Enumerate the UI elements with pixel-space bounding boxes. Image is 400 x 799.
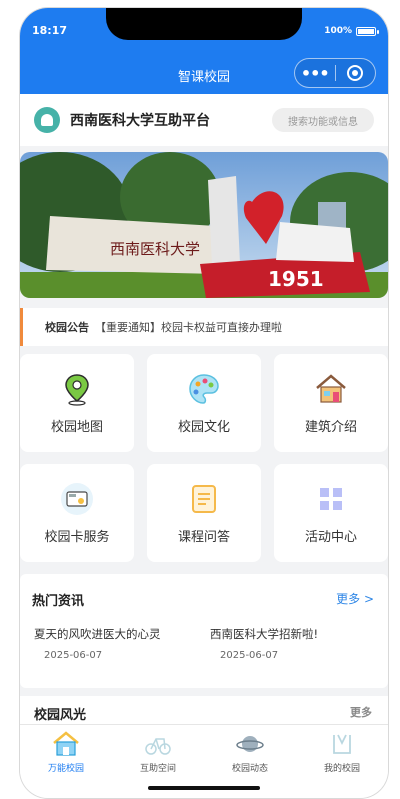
planet-icon [236,736,264,752]
phone-frame: 18:17 100% 智课校园 ••• 西南医科大学互助平台 搜索功能或信息 西… [20,8,388,798]
home-indicator [148,786,260,790]
feature-label: 校园卡服务 [44,529,110,545]
close-button[interactable] [335,65,375,81]
feature-label: 校园地图 [50,419,103,435]
scenery-title: 校园风光 [34,708,87,723]
miniprogram-capsule: ••• [294,58,376,88]
more-button[interactable]: ••• [295,64,335,83]
feature-building-intro[interactable]: 建筑介绍 [274,354,388,452]
document-icon [192,484,216,513]
feature-label: 校园文化 [177,419,230,435]
campus-card-icon [61,482,93,515]
news-item[interactable]: 夏天的风吹进医大的心灵 2025-06-07 [34,626,204,661]
profile-icon [333,734,351,754]
hot-news-more-link[interactable]: 更多 > [336,590,374,607]
banner-year-text: 1951 [268,267,324,291]
tab-universal-campus[interactable]: 万能校园 [20,725,112,798]
battery-icon [356,26,379,36]
battery-percent: 100% [324,26,352,36]
header-card: 西南医科大学互助平台 搜索功能或信息 [20,94,388,146]
campus-banner[interactable]: 西南医科大学 1951 [20,152,388,298]
house-icon [316,373,346,403]
news-item-title: 夏天的风吹进医大的心灵 [34,627,161,641]
tab-label: 我的校园 [323,764,360,774]
battery-indicator: 100% [324,26,379,36]
palette-icon [189,373,219,404]
tab-my-campus[interactable]: 我的校园 [296,725,388,798]
feature-label: 活动中心 [304,529,357,545]
search-input[interactable]: 搜索功能或信息 [272,108,374,132]
feature-campus-map[interactable]: 校园地图 [20,354,134,452]
notice-text: 【重要通知】校园卡权益可直接办理啦 [95,321,282,334]
feature-label: 课程问答 [177,529,230,545]
feature-course-qa[interactable]: 课程问答 [147,464,261,562]
grid-icon [320,487,342,510]
news-item-date: 2025-06-07 [220,650,279,661]
hot-news-title: 热门资讯 [32,594,85,609]
notice-label: 校园公告 [45,321,89,334]
news-item-date: 2025-06-07 [44,650,103,661]
tab-label: 万能校园 [47,764,84,774]
banner-image: 西南医科大学 1951 [20,152,388,298]
feature-campus-culture[interactable]: 校园文化 [147,354,261,452]
feature-campus-card[interactable]: 校园卡服务 [20,464,134,562]
platform-name: 西南医科大学互助平台 [70,113,210,129]
banner-sign-text: 西南医科大学 [110,240,200,258]
tab-label: 互助空间 [139,764,176,774]
feature-label: 建筑介绍 [304,419,357,435]
close-target-icon [347,65,364,81]
home-icon [53,731,79,756]
status-bar: 18:17 100% [20,8,388,54]
news-item-title: 西南医科大学招新啦! [210,627,319,641]
news-item[interactable]: 西南医科大学招新啦! 2025-06-07 [210,626,380,661]
scenery-more-link[interactable]: 更多 [350,704,372,720]
campus-notice[interactable]: 校园公告 【重要通知】校园卡权益可直接办理啦 [20,308,388,346]
notch [106,8,302,40]
platform-logo-icon [34,107,60,133]
hot-news-section: 热门资讯 更多 > 夏天的风吹进医大的心灵 2025-06-07 西南医科大学招… [20,574,388,688]
map-pin-icon [65,373,89,406]
bicycle-icon [145,738,171,755]
nav-bar: 智课校园 ••• [20,54,388,94]
feature-activity-center[interactable]: 活动中心 [274,464,388,562]
tab-label: 校园动态 [231,764,268,774]
status-time: 18:17 [32,24,68,37]
